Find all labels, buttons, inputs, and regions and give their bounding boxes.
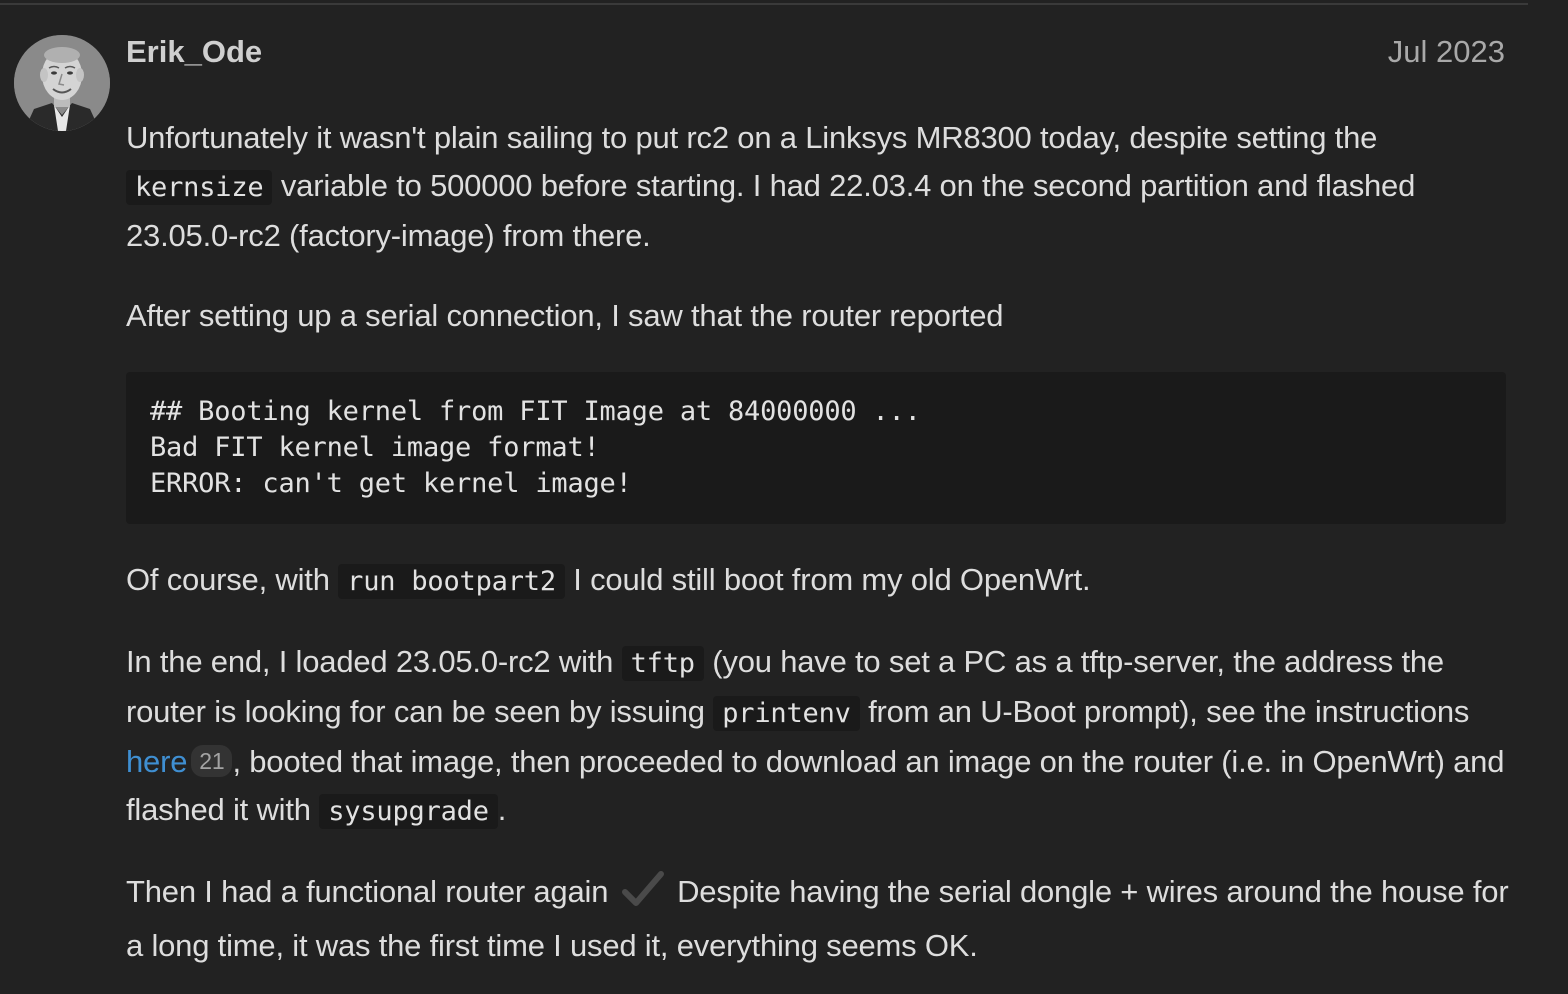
post-username[interactable]: Erik_Ode (126, 34, 262, 70)
post-body: Unfortunately it wasn't plain sailing to… (126, 114, 1516, 994)
avatar-portrait-icon (14, 35, 110, 131)
inline-code-printenv: printenv (713, 696, 860, 731)
code-line-3: ERROR: can't get kernel image! (150, 468, 632, 499)
link-click-count-badge: 21 (191, 745, 233, 777)
instructions-link[interactable]: here (126, 744, 187, 779)
paragraph-4: In the end, I loaded 23.05.0-rc2 with tf… (126, 638, 1516, 836)
paragraph-1: Unfortunately it wasn't plain sailing to… (126, 114, 1516, 260)
p4-text-5: . (497, 792, 507, 827)
user-avatar[interactable] (14, 35, 110, 131)
paragraph-3: Of course, with run bootpart2 I could st… (126, 556, 1516, 606)
paragraph-2: After setting up a serial connection, I … (126, 298, 1004, 333)
inline-code-kernsize: kernsize (126, 170, 273, 205)
code-line-1: ## Booting kernel from FIT Image at 8400… (150, 396, 921, 427)
code-block: ## Booting kernel from FIT Image at 8400… (126, 372, 1506, 524)
top-divider (0, 3, 1528, 5)
check-mark-icon (621, 870, 665, 922)
p5-text-1: Then I had a functional router again (126, 874, 617, 909)
inline-code-sysupgrade: sysupgrade (319, 794, 498, 829)
p3-text-2: I could still boot from my old OpenWrt. (564, 562, 1091, 597)
inline-code-tftp: tftp (621, 646, 704, 681)
inline-code-run-bootpart2: run bootpart2 (338, 564, 565, 599)
paragraph-5: Then I had a functional router again Des… (126, 868, 1516, 970)
p4-text-3: from an U-Boot prompt), see the instruct… (859, 694, 1470, 729)
code-line-2: Bad FIT kernel image format! (150, 432, 600, 463)
p4-text-1: In the end, I loaded 23.05.0-rc2 with (126, 644, 622, 679)
p1-text-1: Unfortunately it wasn't plain sailing to… (126, 120, 1378, 155)
p3-text-1: Of course, with (126, 562, 339, 597)
post-date[interactable]: Jul 2023 (1388, 34, 1505, 70)
p1-text-2: variable to 500000 before starting. I ha… (126, 168, 1416, 253)
